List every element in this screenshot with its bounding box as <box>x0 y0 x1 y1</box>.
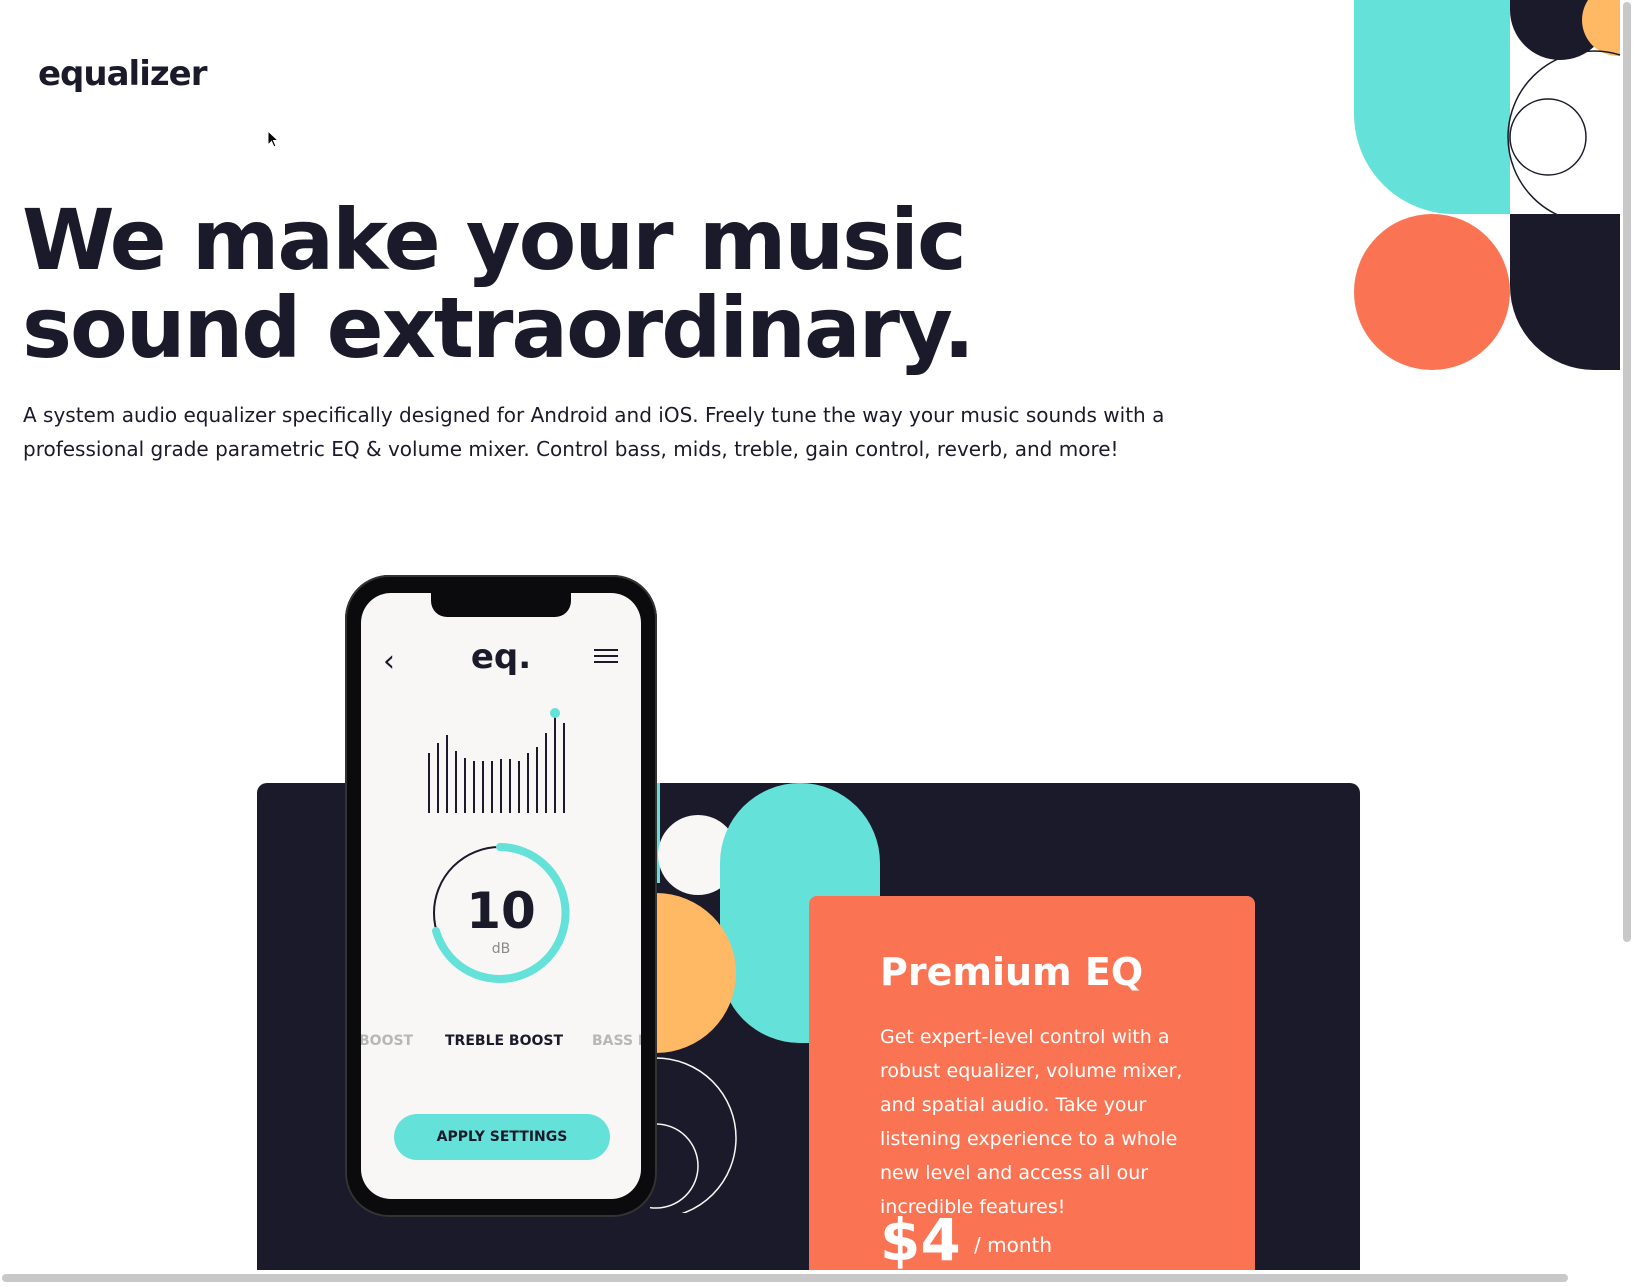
premium-period: / month <box>974 1233 1053 1257</box>
premium-title: Premium EQ <box>880 950 1144 994</box>
mode-carousel[interactable]: BOOST TREBLE BOOST BASS B <box>361 1033 641 1053</box>
mouse-cursor-icon <box>267 130 280 148</box>
hero-description: A system audio equalizer specifically de… <box>23 403 1165 461</box>
mode-option-previous[interactable]: BOOST <box>361 1033 413 1049</box>
mode-option-current[interactable]: TREBLE BOOST <box>445 1033 563 1049</box>
mode-option-next[interactable]: BASS B <box>592 1033 641 1049</box>
horizontal-scrollbar[interactable] <box>0 1270 1620 1287</box>
premium-card: Premium EQ Get expert-level control with… <box>809 896 1255 1287</box>
logo[interactable]: equalizer <box>38 54 207 94</box>
vertical-scrollbar-thumb[interactable] <box>1623 2 1631 942</box>
vertical-scrollbar[interactable] <box>1620 0 1634 1287</box>
premium-price: $4 <box>880 1206 961 1274</box>
apply-settings-button[interactable]: APPLY SETTINGS <box>394 1114 610 1160</box>
phone-screen: ‹ eq. 10 dB BOOST TREBLE BOOST BASS APPL… <box>361 593 641 1199</box>
phone-notch <box>431 593 571 617</box>
hero-headline: We make your music sound extraordinary. <box>22 191 975 377</box>
horizontal-scrollbar-thumb[interactable] <box>2 1274 1568 1282</box>
decorative-pattern <box>1354 0 1620 370</box>
phone-mockup: ‹ eq. 10 dB BOOST TREBLE BOOST BASS APPL… <box>345 575 657 1217</box>
dial-value: 10 <box>466 882 536 940</box>
premium-description: Get expert-level control with a robust e… <box>880 1026 1183 1218</box>
eq-visualizer <box>428 708 565 813</box>
dial-unit: dB <box>491 941 511 957</box>
hamburger-menu-icon[interactable] <box>594 649 618 665</box>
